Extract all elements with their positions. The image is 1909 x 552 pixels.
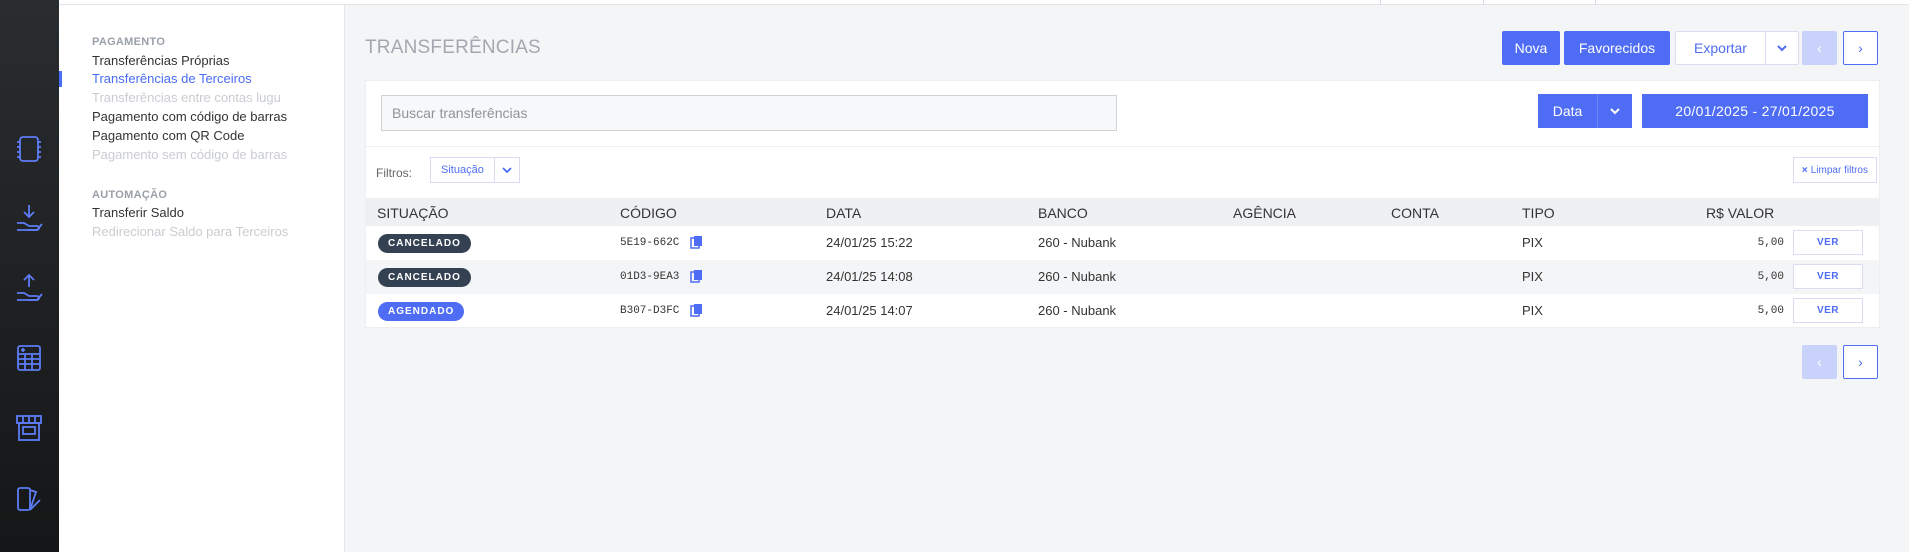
- submenu-panel: PAGAMENTO Transferências Próprias Transf…: [59, 5, 345, 552]
- menu-item-transferencias-entre-contas: Transferências entre contas lugu: [92, 90, 281, 105]
- table-row[interactable]: AGENDADO B307-D3FC 24/01/25 14:07 260 - …: [366, 294, 1879, 328]
- calculator-icon[interactable]: [11, 340, 47, 376]
- favorites-button[interactable]: Favorecidos: [1564, 31, 1670, 65]
- transfer-type: PIX: [1522, 269, 1543, 284]
- menu-item-pagamento-sem-codigo: Pagamento sem código de barras: [92, 147, 288, 162]
- search-input[interactable]: Buscar transferências: [381, 95, 1117, 131]
- date-field-label: Data: [1538, 94, 1598, 128]
- view-button[interactable]: VER: [1793, 264, 1863, 289]
- menu-item-pagamento-qr-code[interactable]: Pagamento com QR Code: [92, 128, 244, 143]
- next-page-top-button[interactable]: ›: [1843, 31, 1878, 65]
- reports-icon[interactable]: [11, 481, 47, 517]
- transfer-type: PIX: [1522, 235, 1543, 250]
- col-data: DATA: [826, 205, 862, 221]
- page-title: TRANSFERÊNCIAS: [365, 37, 541, 58]
- section-title-automacao: AUTOMAÇÃO: [92, 189, 168, 201]
- table-row[interactable]: CANCELADO 5E19-662C 24/01/25 15:22 260 -…: [366, 226, 1879, 260]
- copy-icon[interactable]: [690, 303, 704, 317]
- clear-filters-label: Limpar filtros: [1810, 164, 1868, 176]
- transfer-date: 24/01/25 14:08: [826, 269, 913, 284]
- next-page-bottom-button[interactable]: ›: [1843, 345, 1878, 379]
- transfer-bank: 260 - Nubank: [1038, 269, 1117, 284]
- chevron-down-icon: [1777, 45, 1787, 52]
- active-marker: [59, 71, 62, 87]
- table-row[interactable]: CANCELADO 01D3-9EA3 24/01/25 14:08 260 -…: [366, 260, 1879, 294]
- transfer-bank: 260 - Nubank: [1038, 303, 1117, 318]
- transfer-bank: 260 - Nubank: [1038, 235, 1117, 250]
- menu-item-transferencias-terceiros[interactable]: Transferências de Terceiros: [92, 71, 252, 86]
- transfer-date: 24/01/25 15:22: [826, 235, 913, 250]
- transfer-date: 24/01/25 14:07: [826, 303, 913, 318]
- receive-money-icon[interactable]: [11, 200, 47, 236]
- transfer-value: 5,00: [1757, 237, 1784, 249]
- date-field-dropdown[interactable]: Data: [1538, 94, 1632, 128]
- transfer-value: 5,00: [1757, 271, 1784, 283]
- col-tipo: TIPO: [1522, 205, 1555, 221]
- situacao-filter-label: Situação: [431, 158, 495, 182]
- store-icon[interactable]: [11, 410, 47, 446]
- col-conta: CONTA: [1391, 205, 1439, 221]
- transfer-type: PIX: [1522, 303, 1543, 318]
- copy-icon[interactable]: [690, 235, 704, 249]
- chevron-down-icon: [495, 158, 519, 182]
- menu-item-redirecionar-saldo: Redirecionar Saldo para Terceiros: [92, 224, 289, 239]
- situacao-filter-dropdown[interactable]: Situação: [430, 157, 520, 183]
- prev-page-top-button[interactable]: ‹: [1802, 31, 1837, 65]
- view-button[interactable]: VER: [1793, 298, 1863, 323]
- export-button[interactable]: Exportar: [1675, 31, 1766, 65]
- status-badge: CANCELADO: [378, 234, 471, 253]
- menu-item-transferencias-proprias[interactable]: Transferências Próprias: [92, 53, 230, 68]
- col-banco: BANCO: [1038, 205, 1088, 221]
- col-agencia: AGÊNCIA: [1233, 205, 1297, 221]
- chevron-down-icon: [1598, 94, 1632, 128]
- icon-rail: [0, 0, 59, 552]
- status-badge: AGENDADO: [378, 302, 465, 321]
- transfer-code: B307-D3FC: [620, 305, 680, 317]
- transfer-code: 01D3-9EA3: [620, 271, 680, 283]
- col-codigo: CÓDIGO: [620, 205, 677, 221]
- filters-label: Filtros:: [376, 166, 412, 180]
- close-icon: ×: [1801, 164, 1808, 176]
- col-valor: R$ VALOR: [1706, 205, 1775, 221]
- send-money-icon[interactable]: [11, 270, 47, 306]
- prev-page-bottom-button[interactable]: ‹: [1802, 345, 1837, 379]
- transfer-value: 5,00: [1757, 305, 1784, 317]
- menu-item-pagamento-codigo-barras[interactable]: Pagamento com código de barras: [92, 109, 287, 124]
- filters-row: Filtros: Situação × Limpar filtros: [366, 146, 1879, 198]
- new-transfer-button[interactable]: Nova: [1502, 31, 1560, 65]
- export-dropdown-button[interactable]: [1765, 31, 1799, 65]
- menu-item-transferir-saldo[interactable]: Transferir Saldo: [92, 205, 184, 220]
- copy-icon[interactable]: [690, 269, 704, 283]
- col-situacao: SITUAÇÃO: [377, 205, 449, 221]
- transfer-code: 5E19-662C: [620, 237, 680, 249]
- table-header: SITUAÇÃO CÓDIGO DATA BANCO AGÊNCIA CONTA…: [366, 198, 1879, 226]
- status-badge: CANCELADO: [378, 268, 471, 287]
- clear-filters-button[interactable]: × Limpar filtros: [1792, 157, 1877, 183]
- section-title-pagamento: PAGAMENTO: [92, 36, 166, 48]
- view-button[interactable]: VER: [1793, 230, 1863, 255]
- date-range-picker[interactable]: 20/01/2025 - 27/01/2025: [1642, 94, 1868, 128]
- ledger-icon[interactable]: [11, 131, 47, 167]
